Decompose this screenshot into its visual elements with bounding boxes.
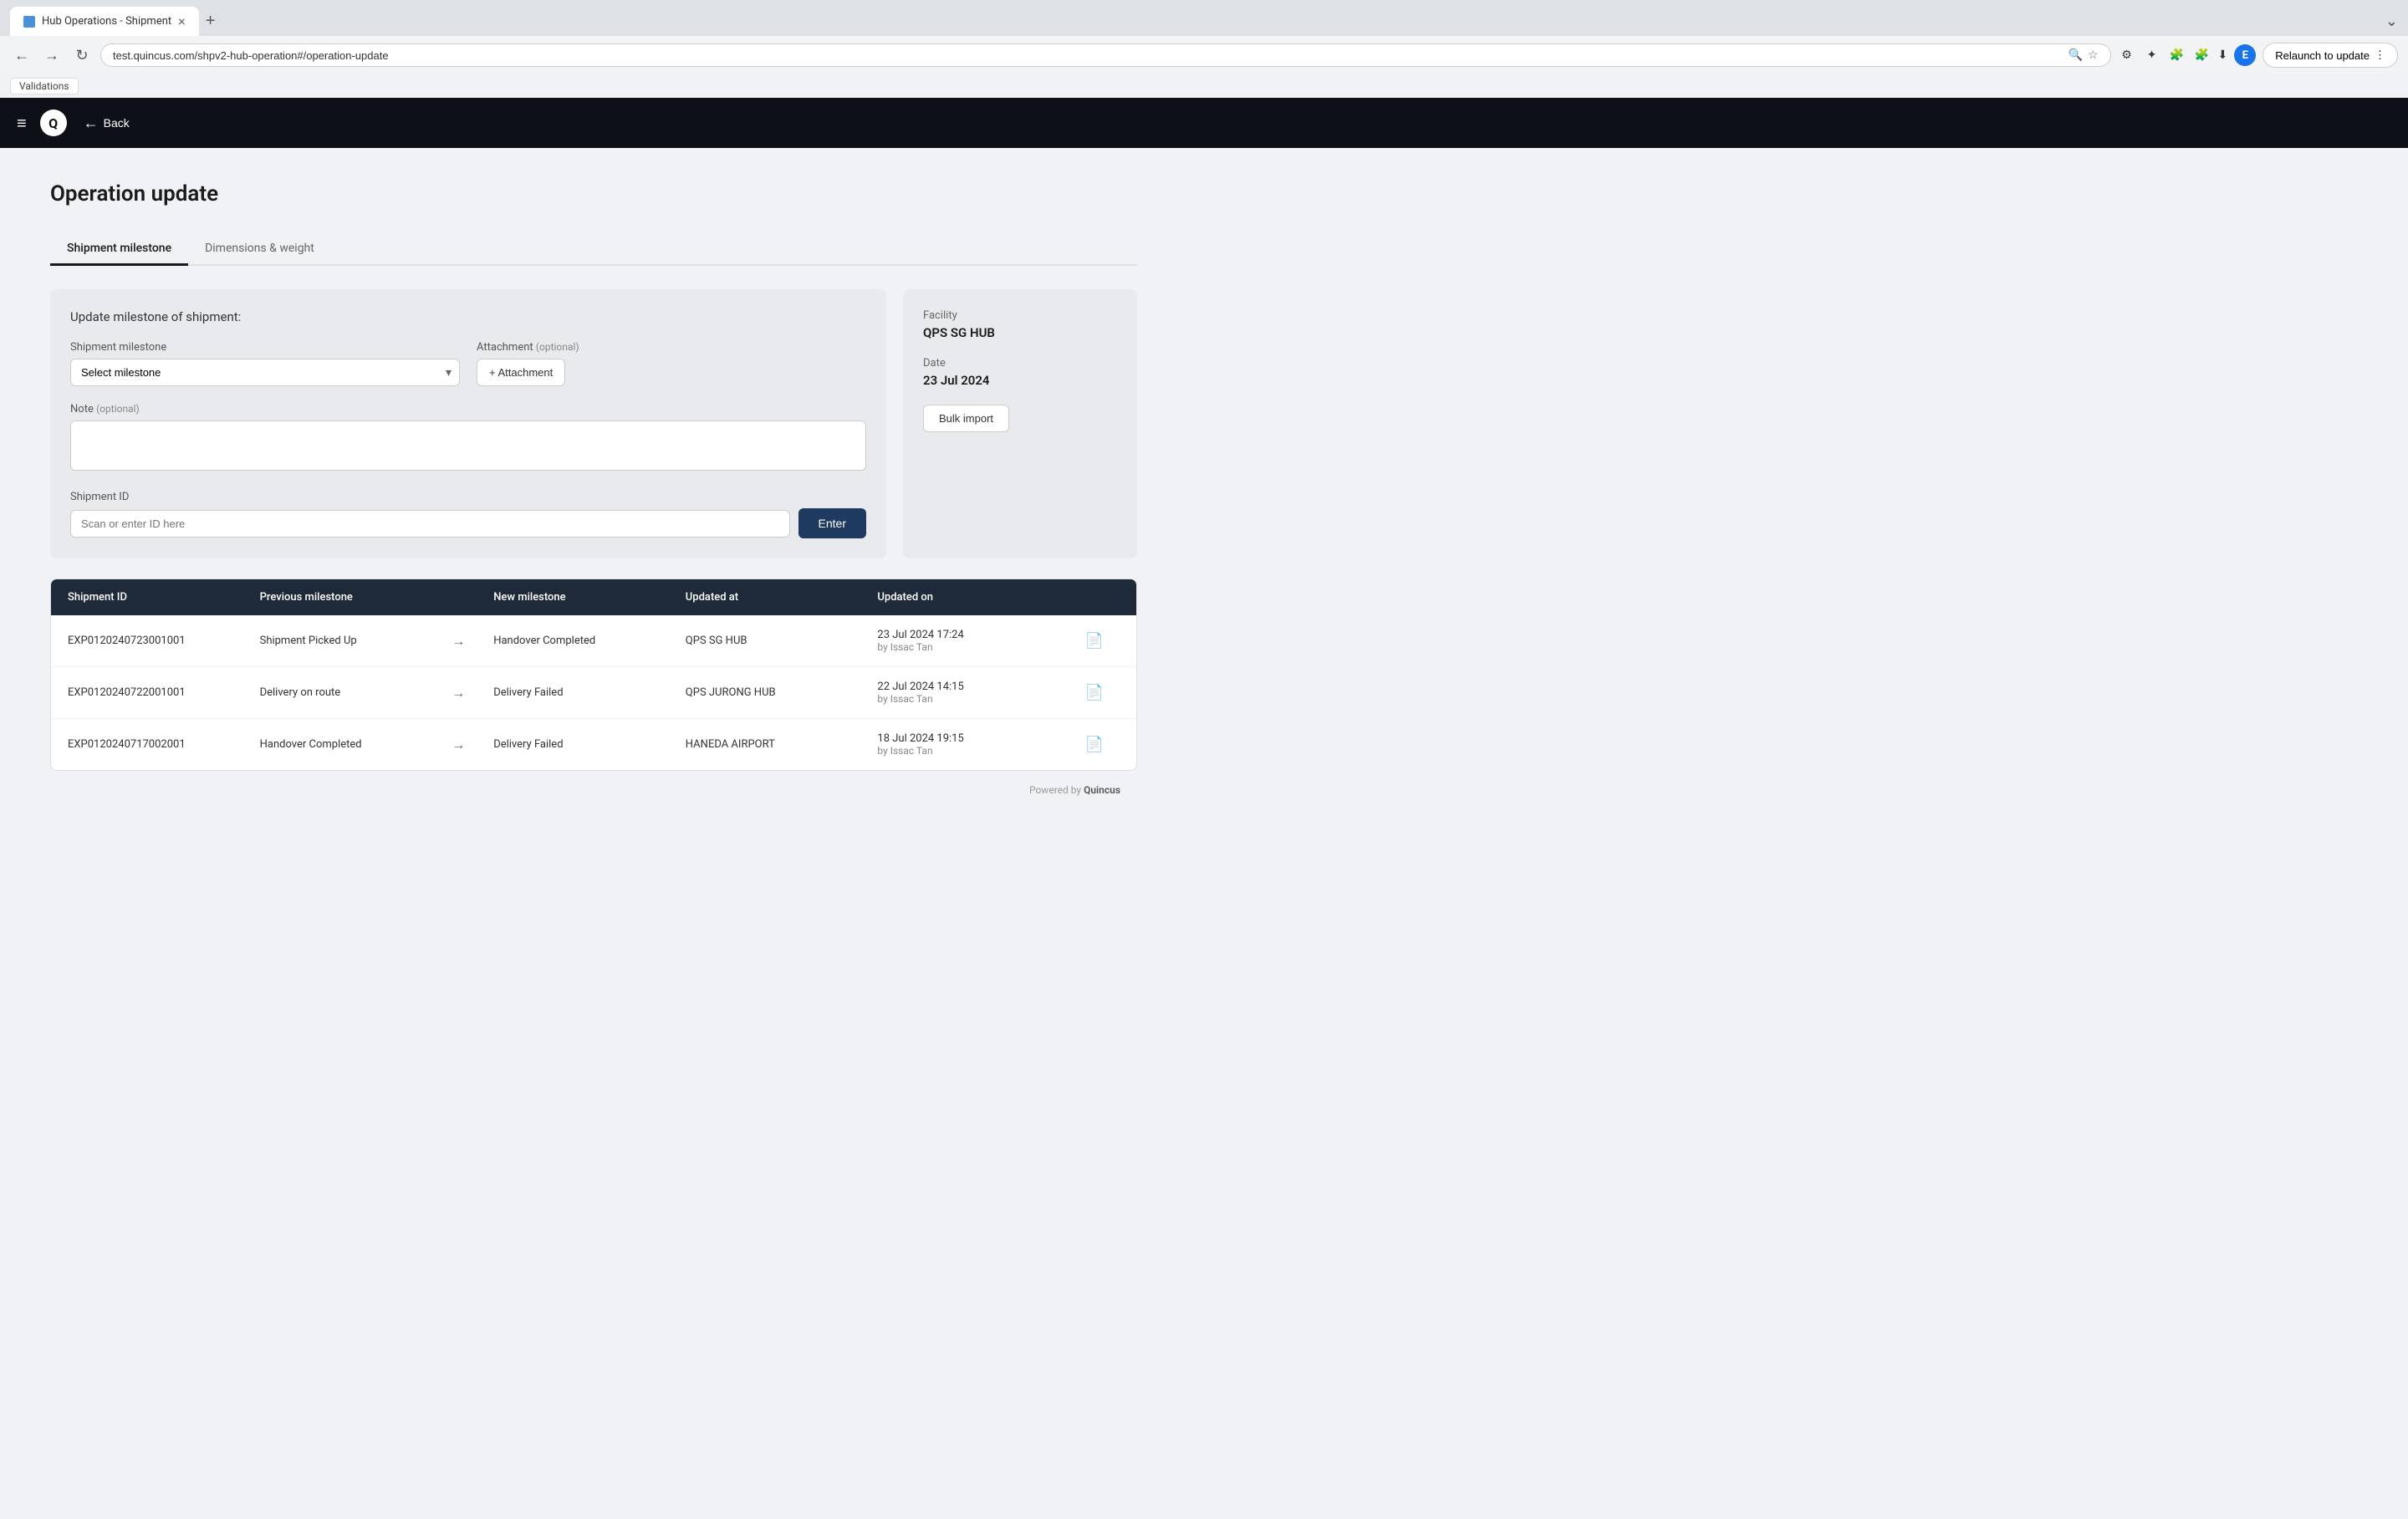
shipment-table: Shipment ID Previous milestone New miles…: [50, 579, 1137, 771]
cell-updated-at: QPS SG HUB: [686, 635, 870, 647]
cell-updated-at: HANEDA AIRPORT: [686, 738, 870, 751]
address-input[interactable]: [113, 49, 2062, 62]
cell-shipment-id: EXP0120240722001001: [68, 686, 252, 699]
table-row: EXP0120240723001001 Shipment Picked Up →…: [51, 615, 1136, 667]
cell-updated-at: QPS JURONG HUB: [686, 686, 870, 699]
table-row: EXP0120240722001001 Delivery on route → …: [51, 667, 1136, 719]
tab-favicon: [23, 16, 35, 28]
cell-arrow: →: [452, 737, 485, 753]
bulk-import-button[interactable]: Bulk import: [923, 405, 1009, 432]
back-arrow-icon: ←: [84, 115, 99, 132]
page-footer: Powered by Quincus: [50, 771, 1137, 809]
table-row: EXP0120240717002001 Handover Completed →…: [51, 719, 1136, 770]
row-doc-icon[interactable]: 📄: [1069, 632, 1120, 650]
note-group: Note (optional): [70, 403, 866, 474]
hamburger-menu[interactable]: ≡: [17, 113, 27, 134]
note-input[interactable]: [70, 421, 866, 471]
cell-prev-milestone: Delivery on route: [260, 686, 444, 699]
bookmark-icon[interactable]: ☆: [2088, 48, 2099, 62]
shipment-id-label: Shipment ID: [70, 491, 866, 503]
tab-close-btn[interactable]: ×: [178, 13, 186, 29]
validations-tag[interactable]: Validations: [10, 78, 79, 94]
form-panel: Update milestone of shipment: Shipment m…: [50, 289, 886, 558]
tab-list-button[interactable]: ⌄: [2385, 13, 2398, 30]
milestone-label: Shipment milestone: [70, 341, 460, 354]
new-tab-button[interactable]: +: [199, 8, 222, 34]
cell-arrow: →: [452, 633, 485, 650]
page-title: Operation update: [50, 181, 1137, 206]
section-title: Update milestone of shipment:: [70, 309, 866, 324]
back-button[interactable]: ← Back: [84, 115, 130, 132]
milestone-select[interactable]: Select milestone: [70, 359, 460, 386]
attachment-group: Attachment (optional) + Attachment: [477, 341, 866, 386]
cell-arrow: →: [452, 685, 485, 701]
cell-new-milestone: Handover Completed: [493, 635, 677, 647]
row-doc-icon[interactable]: 📄: [1069, 684, 1120, 701]
ext-icon-3[interactable]: 🧩: [2168, 46, 2186, 64]
relaunch-more-icon: ⋮: [2375, 48, 2385, 62]
attachment-button[interactable]: + Attachment: [477, 359, 565, 386]
shipment-id-input[interactable]: [70, 510, 790, 538]
cell-updated-on: 18 Jul 2024 19:15 by Issac Tan: [877, 732, 1061, 757]
col-arrow: [452, 591, 485, 604]
browser-chrome: Hub Operations - Shipment × + ⌄: [0, 0, 2408, 36]
cell-prev-milestone: Handover Completed: [260, 738, 444, 751]
shipment-id-group: Shipment ID Enter: [70, 491, 866, 538]
browser-tab[interactable]: Hub Operations - Shipment ×: [10, 7, 199, 36]
cell-new-milestone: Delivery Failed: [493, 738, 677, 751]
col-updated-at: Updated at: [686, 591, 870, 604]
cell-new-milestone: Delivery Failed: [493, 686, 677, 699]
refresh-button[interactable]: ↻: [70, 43, 94, 67]
search-icon[interactable]: 🔍: [2069, 48, 2083, 62]
attachment-optional: (optional): [536, 341, 579, 353]
forward-nav-button[interactable]: →: [40, 43, 64, 67]
tab-dimensions-weight[interactable]: Dimensions & weight: [188, 233, 331, 266]
date-value: 23 Jul 2024: [923, 373, 1117, 388]
shipment-id-row: Enter: [70, 508, 866, 538]
validations-bar: Validations: [0, 74, 2408, 98]
facility-label: Facility: [923, 309, 1117, 322]
attachment-label: Attachment (optional): [477, 341, 866, 354]
ext-icon-1[interactable]: ⚙: [2118, 46, 2136, 64]
row-doc-icon[interactable]: 📄: [1069, 736, 1120, 753]
date-label: Date: [923, 357, 1117, 370]
address-bar: 🔍 ☆: [100, 43, 2111, 67]
tabs-container: Shipment milestone Dimensions & weight: [50, 233, 1137, 266]
browser-toolbar: ← → ↻ 🔍 ☆ ⚙ ✦ 🧩 🧩 ⬇ E Relaunch to update…: [0, 36, 2408, 74]
ext-icon-2[interactable]: ✦: [2143, 46, 2161, 64]
profile-avatar[interactable]: E: [2234, 44, 2256, 66]
relaunch-button[interactable]: Relaunch to update ⋮: [2263, 43, 2398, 68]
col-previous-milestone: Previous milestone: [260, 591, 444, 604]
tab-title: Hub Operations - Shipment: [42, 15, 171, 28]
sidebar-panel: Facility QPS SG HUB Date 23 Jul 2024 Bul…: [903, 289, 1137, 558]
download-icon[interactable]: ⬇: [2218, 48, 2228, 62]
brand-name: Quincus: [1084, 784, 1120, 796]
main-layout: Update milestone of shipment: Shipment m…: [50, 289, 1137, 558]
back-nav-button[interactable]: ←: [10, 43, 33, 67]
facility-value: QPS SG HUB: [923, 325, 1117, 340]
col-updated-on: Updated on: [877, 591, 1061, 604]
milestone-group: Shipment milestone Select milestone: [70, 341, 460, 386]
cell-shipment-id: EXP0120240723001001: [68, 635, 252, 647]
cell-updated-on: 23 Jul 2024 17:24 by Issac Tan: [877, 629, 1061, 653]
col-actions: [1069, 591, 1120, 604]
enter-button[interactable]: Enter: [798, 508, 866, 538]
tab-shipment-milestone[interactable]: Shipment milestone: [50, 233, 188, 266]
col-shipment-id: Shipment ID: [68, 591, 252, 604]
relaunch-label: Relaunch to update: [2275, 49, 2370, 62]
note-optional: (optional): [96, 403, 140, 415]
cell-updated-on: 22 Jul 2024 14:15 by Issac Tan: [877, 680, 1061, 705]
table-header: Shipment ID Previous milestone New miles…: [51, 579, 1136, 615]
browser-actions: ⚙ ✦ 🧩 🧩 ⬇ E Relaunch to update ⋮: [2118, 43, 2399, 68]
milestone-attachment-row: Shipment milestone Select milestone Atta…: [70, 341, 866, 386]
back-label: Back: [104, 116, 130, 130]
col-new-milestone: New milestone: [493, 591, 677, 604]
cell-prev-milestone: Shipment Picked Up: [260, 635, 444, 647]
ext-icon-4[interactable]: 🧩: [2193, 46, 2212, 64]
cell-shipment-id: EXP0120240717002001: [68, 738, 252, 751]
app-topbar: ≡ Q ← Back: [0, 98, 2408, 148]
app-logo: Q: [40, 110, 67, 136]
note-label: Note (optional): [70, 403, 866, 415]
